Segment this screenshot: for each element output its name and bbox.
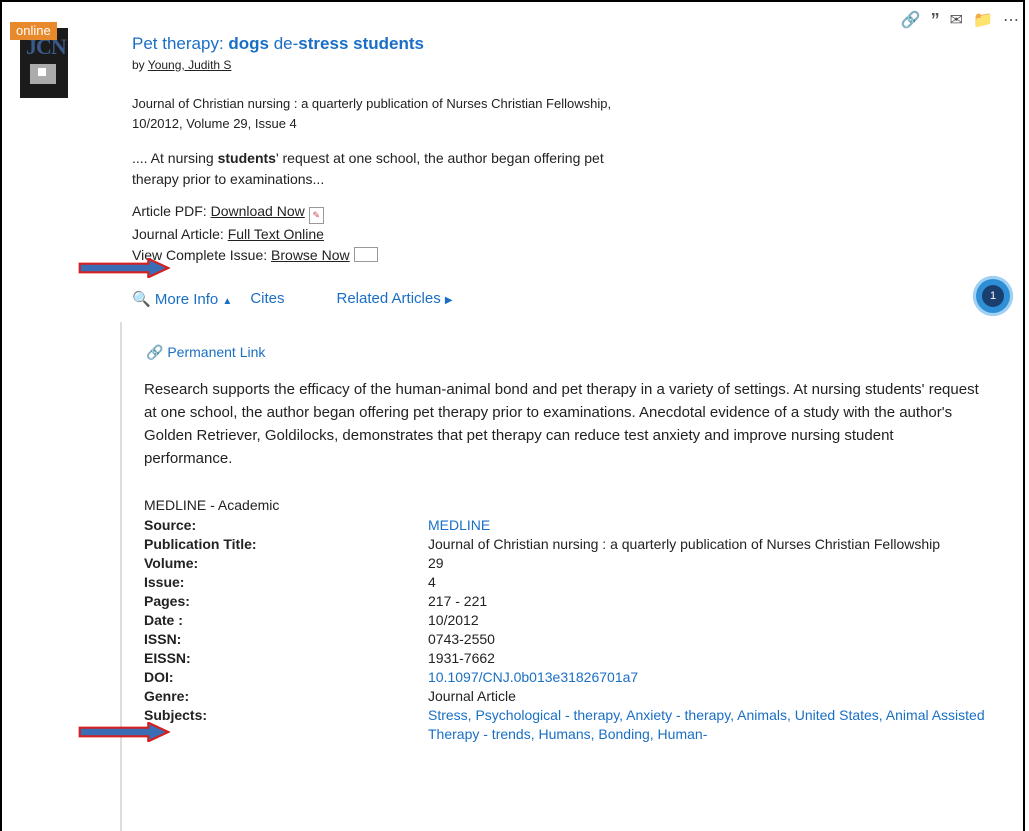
- title-text: de-: [269, 34, 299, 53]
- caret-up-icon: ▲: [222, 296, 233, 307]
- tab-cites[interactable]: Cites: [250, 290, 284, 308]
- tab-label: Related Articles: [336, 290, 441, 307]
- detail-key: Volume:: [144, 555, 199, 571]
- permanent-link-label: Permanent Link: [167, 344, 266, 360]
- source-link[interactable]: MEDLINE: [428, 516, 988, 535]
- snippet-highlight: students: [217, 150, 276, 166]
- journal-issue-line: 10/2012, Volume 29, Issue 4: [132, 116, 297, 131]
- detail-row: DOI: 10.1097/CNJ.0b013e31826701a7: [144, 668, 988, 687]
- detail-row: EISSN: 1931-7662: [144, 649, 988, 668]
- detail-key: Issue:: [144, 574, 185, 590]
- pdf-icon[interactable]: ✎: [308, 207, 324, 224]
- fulltext-row: Journal Article: Full Text Online: [132, 224, 378, 245]
- detail-key: EISSN:: [144, 650, 191, 666]
- access-links: Article PDF: Download Now ✎ Journal Artic…: [132, 201, 378, 266]
- journal-line: Journal of Christian nursing : a quarter…: [132, 96, 612, 111]
- altmetric-count: 1: [989, 290, 997, 302]
- detail-row: Pages: 217 - 221: [144, 592, 988, 611]
- altmetric-badge[interactable]: 1: [973, 276, 1013, 316]
- tab-more-info[interactable]: 🔍 More Info ▲: [132, 290, 232, 308]
- detail-key: Date :: [144, 612, 183, 628]
- detail-row: Subjects: Stress, Psychological - therapy…: [144, 706, 988, 744]
- snippet: .... At nursing students' request at one…: [132, 148, 792, 190]
- record-actions: 🔗 ” ✉ 📁 ⋯: [901, 10, 1019, 31]
- abstract: Research supports the efficacy of the hu…: [144, 381, 979, 467]
- cover-art-detail: [38, 68, 46, 76]
- email-icon[interactable]: ✉: [950, 10, 963, 31]
- record-title[interactable]: Pet therapy: dogs de-stress students: [132, 34, 424, 54]
- detail-row: ISSN: 0743-2550: [144, 630, 988, 649]
- byline: by Young, Judith S: [132, 58, 231, 72]
- link-icon: 🔗: [146, 344, 164, 360]
- record-tabs: 🔍 More Info ▲ Cites Related Articles ▶: [132, 290, 453, 308]
- book-icon[interactable]: [353, 247, 378, 262]
- detail-row: Source: MEDLINE: [144, 516, 988, 535]
- details-table: Source: MEDLINE Publication Title: Journal…: [144, 516, 988, 744]
- folder-add-icon[interactable]: 📁: [973, 10, 993, 31]
- browse-now-link[interactable]: Browse Now: [271, 247, 350, 263]
- detail-row: Date : 10/2012: [144, 611, 988, 630]
- detail-value: 217 - 221: [428, 593, 488, 609]
- journal-info: Journal of Christian nursing : a quarter…: [132, 94, 832, 134]
- author-link[interactable]: Young, Judith S: [148, 58, 232, 72]
- byline-prefix: by: [132, 58, 148, 72]
- annotation-arrow-icon: [78, 258, 171, 278]
- tab-related-articles[interactable]: Related Articles ▶: [337, 290, 453, 308]
- detail-key: Source:: [144, 517, 197, 533]
- detail-value: 4: [428, 574, 436, 590]
- caret-right-icon: ▶: [444, 295, 453, 306]
- online-badge: online: [10, 22, 57, 40]
- permanent-link[interactable]: 🔗 Permanent Link: [146, 344, 265, 361]
- snippet-text: .... At nursing: [132, 150, 218, 166]
- link-icon[interactable]: 🔗: [901, 10, 921, 31]
- quote-icon[interactable]: ”: [931, 10, 940, 31]
- detail-key: Genre:: [144, 688, 190, 704]
- full-text-online-link[interactable]: Full Text Online: [228, 226, 324, 242]
- tab-label: More Info: [154, 291, 219, 308]
- detail-row: Volume: 29: [144, 554, 988, 573]
- detail-row: Publication Title: Journal of Christian n…: [144, 535, 988, 554]
- detail-key: DOI:: [144, 669, 174, 685]
- fulltext-label: Journal Article:: [132, 226, 228, 242]
- search-info-icon: 🔍: [132, 291, 151, 308]
- subjects-links[interactable]: Stress, Psychological - therapy, Anxiety…: [428, 706, 988, 744]
- detail-row: Issue: 4: [144, 573, 988, 592]
- snippet-text: therapy prior to examinations...: [132, 171, 325, 187]
- title-highlight: stress: [298, 34, 349, 53]
- detail-key: ISSN:: [144, 631, 182, 647]
- detail-value: 0743-2550: [428, 631, 495, 647]
- pdf-label: Article PDF:: [132, 203, 211, 219]
- more-icon[interactable]: ⋯: [1003, 10, 1019, 31]
- detail-row: Genre: Journal Article: [144, 687, 988, 706]
- detail-value: Journal Article: [428, 688, 516, 704]
- detail-value: 1931-7662: [428, 650, 495, 666]
- annotation-arrow-icon: [78, 722, 171, 742]
- title-highlight: students: [353, 34, 424, 53]
- snippet-text: ' request at one school, the author bega…: [275, 150, 604, 166]
- title-text: Pet therapy:: [132, 34, 229, 53]
- more-info-panel: 🔗 Permanent Link Research supports the e…: [120, 322, 1002, 831]
- download-now-link[interactable]: Download Now: [211, 203, 305, 219]
- pdf-row: Article PDF: Download Now ✎: [132, 201, 378, 224]
- doi-link[interactable]: 10.1097/CNJ.0b013e31826701a7: [428, 668, 988, 687]
- detail-value: Journal of Christian nursing : a quarter…: [428, 536, 941, 552]
- detail-key: Publication Title:: [144, 536, 257, 552]
- title-highlight: dogs: [228, 34, 269, 53]
- detail-value: 29: [428, 555, 444, 571]
- database-name: MEDLINE - Academic: [144, 497, 280, 513]
- detail-key: Pages:: [144, 593, 190, 609]
- detail-value: 10/2012: [428, 612, 479, 628]
